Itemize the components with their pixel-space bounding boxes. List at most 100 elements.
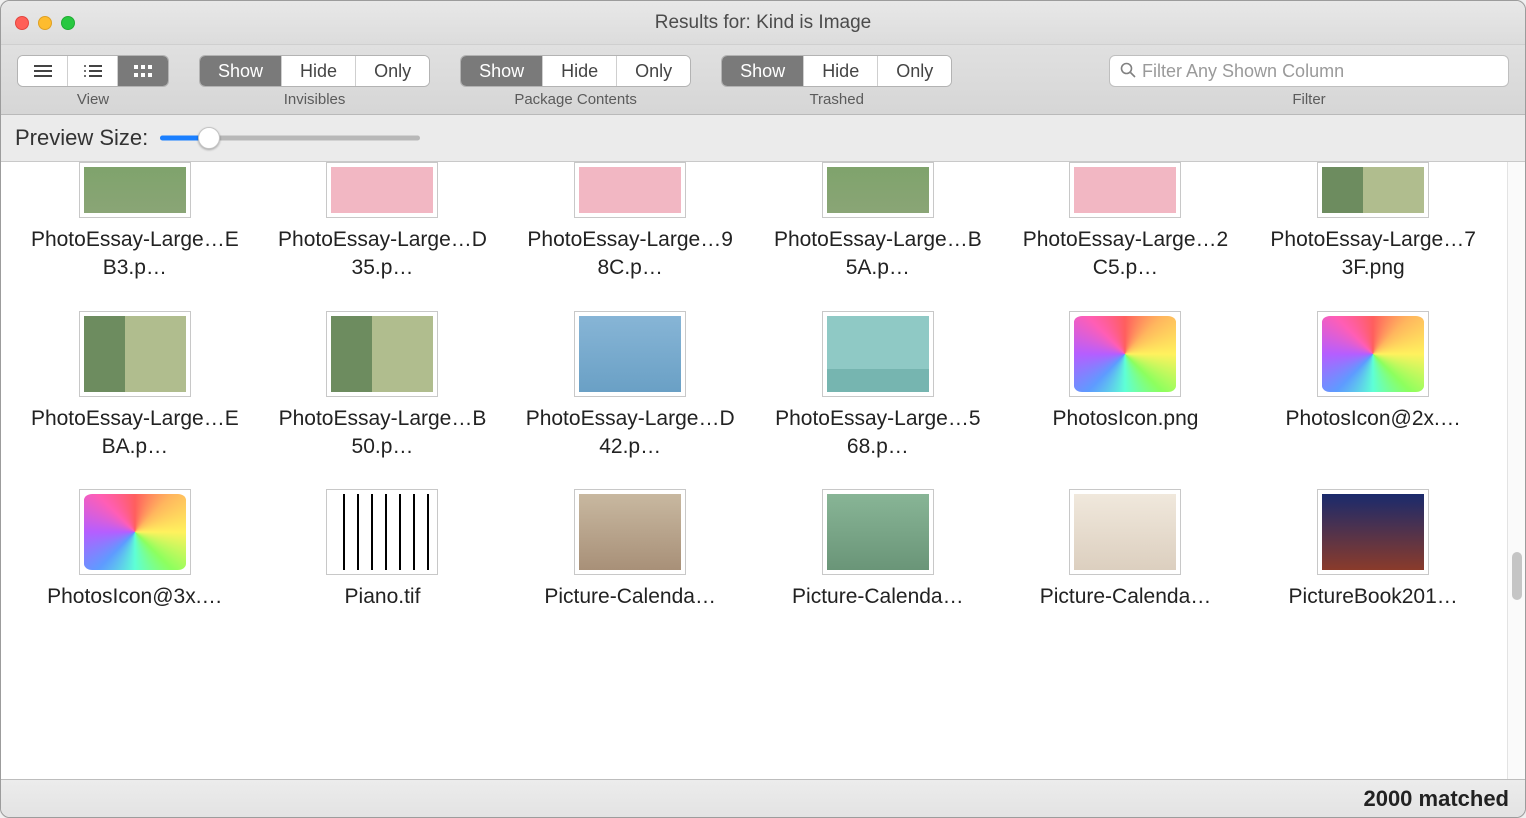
invisibles-show-button[interactable]: Show: [200, 56, 282, 86]
trashed-label: Trashed: [809, 91, 863, 108]
file-item[interactable]: Picture-Calenda…: [1002, 489, 1250, 611]
toolbar: View Show Hide Only Invisibles Show Hide…: [1, 45, 1525, 115]
thumbnail-image: [1322, 494, 1424, 570]
minimize-button[interactable]: [38, 16, 52, 30]
grid-icon: [132, 63, 154, 79]
trashed-only-button[interactable]: Only: [878, 56, 951, 86]
thumbnail-image: [579, 167, 681, 213]
package-show-button[interactable]: Show: [461, 56, 543, 86]
file-item[interactable]: PhotoEssay-Large…568.p…: [754, 311, 1002, 462]
file-thumbnail: [574, 162, 686, 218]
file-thumbnail: [1069, 162, 1181, 218]
file-name: PhotoEssay-Large…73F.png: [1268, 226, 1478, 283]
file-grid: PhotoEssay-Large…EB3.p… PhotoEssay-Large……: [11, 162, 1497, 612]
file-name: PictureBook201…: [1289, 583, 1458, 611]
file-thumbnail: [326, 489, 438, 575]
file-item[interactable]: PhotoEssay-Large…98C.p…: [506, 162, 754, 283]
slider-thumb[interactable]: [198, 127, 220, 149]
file-item[interactable]: PhotoEssay-Large…73F.png: [1249, 162, 1497, 283]
file-item[interactable]: Picture-Calenda…: [754, 489, 1002, 611]
package-segment: Show Hide Only: [460, 55, 691, 87]
trashed-segment: Show Hide Only: [721, 55, 952, 87]
file-name: PhotosIcon@2x.…: [1285, 405, 1460, 433]
preview-size-label: Preview Size:: [15, 125, 148, 151]
file-name: PhotoEssay-Large…568.p…: [773, 405, 983, 462]
scrollbar-thumb[interactable]: [1512, 552, 1522, 600]
content-area[interactable]: PhotoEssay-Large…EB3.p… PhotoEssay-Large……: [1, 162, 1507, 779]
trashed-hide-button[interactable]: Hide: [804, 56, 878, 86]
list-icon: [32, 63, 54, 79]
file-thumbnail: [79, 489, 191, 575]
close-button[interactable]: [15, 16, 29, 30]
invisibles-hide-button[interactable]: Hide: [282, 56, 356, 86]
view-grid-button[interactable]: [118, 56, 168, 86]
file-item[interactable]: PhotoEssay-Large…D42.p…: [506, 311, 754, 462]
thumbnail-image: [827, 494, 929, 570]
file-name: PhotoEssay-Large…B5A.p…: [773, 226, 983, 283]
thumbnail-image: [1074, 494, 1176, 570]
filter-label: Filter: [1292, 91, 1325, 108]
file-item[interactable]: Piano.tif: [259, 489, 507, 611]
file-item[interactable]: PhotosIcon.png: [1002, 311, 1250, 462]
trashed-show-button[interactable]: Show: [722, 56, 804, 86]
file-item[interactable]: PhotosIcon@2x.…: [1249, 311, 1497, 462]
package-hide-button[interactable]: Hide: [543, 56, 617, 86]
titlebar: Results for: Kind is Image: [1, 1, 1525, 45]
view-segment: [17, 55, 169, 87]
thumbnail-image: [579, 494, 681, 570]
file-item[interactable]: PhotoEssay-Large…B50.p…: [259, 311, 507, 462]
preview-size-slider[interactable]: [160, 127, 420, 149]
view-detail-button[interactable]: [68, 56, 118, 86]
thumbnail-image: [1322, 167, 1424, 213]
thumbnail-image: [331, 167, 433, 213]
file-item[interactable]: Picture-Calenda…: [506, 489, 754, 611]
window-title: Results for: Kind is Image: [1, 12, 1525, 34]
trashed-group: Show Hide Only Trashed: [721, 55, 952, 108]
content-wrap: PhotoEssay-Large…EB3.p… PhotoEssay-Large……: [1, 162, 1525, 779]
file-item[interactable]: PictureBook201…: [1249, 489, 1497, 611]
thumbnail-image: [827, 316, 929, 392]
filter-input[interactable]: [1142, 61, 1498, 82]
file-item[interactable]: PhotoEssay-Large…EBA.p…: [11, 311, 259, 462]
filter-field[interactable]: [1109, 55, 1509, 87]
file-name: Picture-Calenda…: [544, 583, 716, 611]
file-thumbnail: [1069, 311, 1181, 397]
invisibles-segment: Show Hide Only: [199, 55, 430, 87]
search-icon: [1120, 62, 1136, 81]
filter-group: Filter: [1109, 55, 1509, 108]
thumbnail-image: [1322, 316, 1424, 392]
thumbnail-image: [84, 316, 186, 392]
file-item[interactable]: PhotoEssay-Large…B5A.p…: [754, 162, 1002, 283]
file-thumbnail: [79, 311, 191, 397]
thumbnail-image: [827, 167, 929, 213]
scrollbar[interactable]: [1507, 162, 1525, 779]
file-thumbnail: [79, 162, 191, 218]
file-thumbnail: [1317, 311, 1429, 397]
thumbnail-image: [331, 494, 433, 570]
thumbnail-image: [579, 316, 681, 392]
file-item[interactable]: PhotoEssay-Large…2C5.p…: [1002, 162, 1250, 283]
file-item[interactable]: PhotoEssay-Large…D35.p…: [259, 162, 507, 283]
zoom-button[interactable]: [61, 16, 75, 30]
file-item[interactable]: PhotoEssay-Large…EB3.p…: [11, 162, 259, 283]
file-thumbnail: [1317, 162, 1429, 218]
file-item[interactable]: PhotosIcon@3x.…: [11, 489, 259, 611]
thumbnail-image: [1074, 167, 1176, 213]
thumbnail-image: [1074, 316, 1176, 392]
file-name: PhotoEssay-Large…EB3.p…: [30, 226, 240, 283]
view-label: View: [77, 91, 109, 108]
package-group: Show Hide Only Package Contents: [460, 55, 691, 108]
invisibles-only-button[interactable]: Only: [356, 56, 429, 86]
invisibles-group: Show Hide Only Invisibles: [199, 55, 430, 108]
thumbnail-image: [84, 494, 186, 570]
preview-size-bar: Preview Size:: [1, 115, 1525, 162]
file-name: Picture-Calenda…: [1040, 583, 1212, 611]
package-only-button[interactable]: Only: [617, 56, 690, 86]
file-thumbnail: [574, 489, 686, 575]
view-list-button[interactable]: [18, 56, 68, 86]
file-thumbnail: [1317, 489, 1429, 575]
file-thumbnail: [1069, 489, 1181, 575]
match-count: 2000 matched: [1363, 786, 1509, 812]
thumbnail-image: [331, 316, 433, 392]
file-thumbnail: [822, 162, 934, 218]
